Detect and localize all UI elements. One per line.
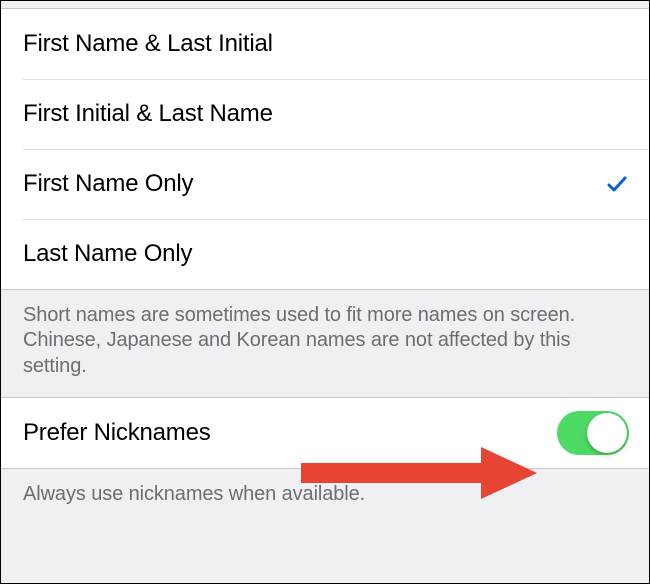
prefer-nicknames-row[interactable]: Prefer Nicknames [1, 398, 649, 468]
option-first-name-only[interactable]: First Name Only [1, 149, 649, 219]
checkmark-icon [605, 172, 629, 196]
nicknames-group: Prefer Nicknames [1, 397, 649, 469]
option-first-initial-last-name[interactable]: First Initial & Last Name [1, 79, 649, 149]
prefer-nicknames-label: Prefer Nicknames [23, 419, 211, 447]
option-label: First Initial & Last Name [23, 100, 273, 128]
nicknames-footer: Always use nicknames when available. [1, 469, 649, 525]
option-last-name-only[interactable]: Last Name Only [1, 219, 649, 289]
group-spacer-top [1, 1, 649, 9]
option-label: Last Name Only [23, 240, 192, 268]
option-label: First Name Only [23, 170, 193, 198]
short-name-footer: Short names are sometimes used to fit mo… [1, 290, 649, 397]
toggle-knob [587, 413, 627, 453]
option-first-name-last-initial[interactable]: First Name & Last Initial [1, 9, 649, 79]
short-name-options-group: First Name & Last Initial First Initial … [1, 9, 649, 290]
prefer-nicknames-toggle[interactable] [557, 411, 629, 455]
option-label: First Name & Last Initial [23, 30, 273, 58]
